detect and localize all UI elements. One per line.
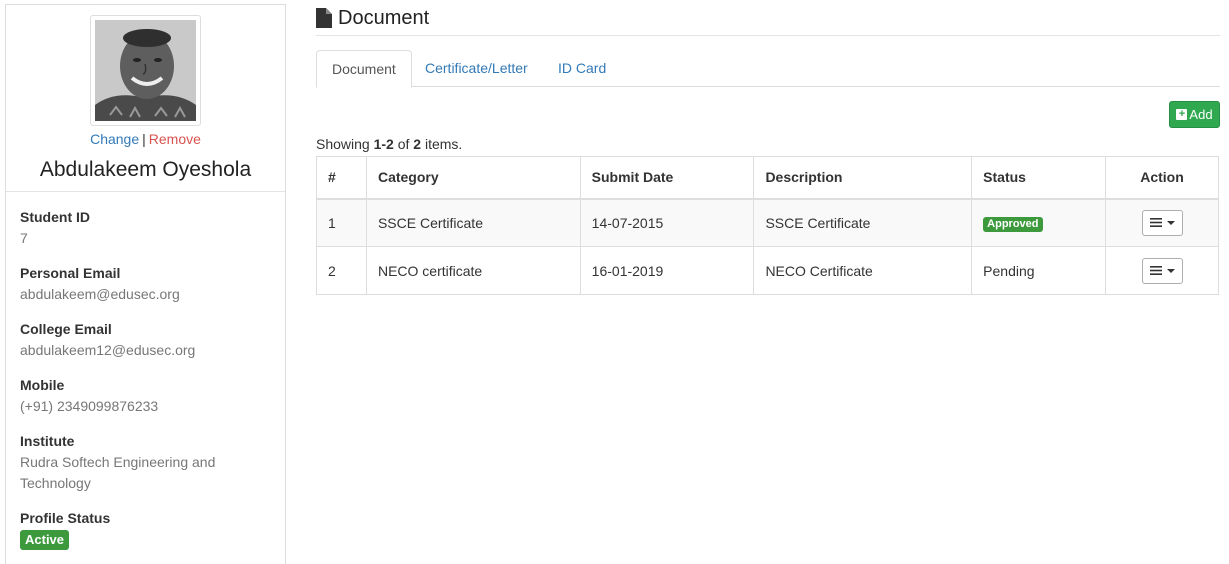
file-icon (316, 8, 332, 28)
chevron-down-icon (1166, 268, 1175, 273)
header-divider (316, 35, 1220, 36)
column-header-submit-date[interactable]: Submit Date (579, 156, 755, 200)
field-label: College Email (20, 321, 112, 337)
page-title: Document (338, 6, 430, 29)
summary-suffix: items. (421, 136, 463, 152)
summary-prefix: Showing (316, 136, 374, 152)
cell-action (1105, 246, 1219, 295)
plus-square-icon: + (1176, 109, 1188, 120)
documents-table: # Category Submit Date Description Statu… (316, 156, 1219, 295)
cell-submit-date: 16-01-2019 (579, 246, 755, 295)
summary-range: 1-2 (373, 136, 394, 152)
field-value: Rudra Softech Engineering and Technology (20, 454, 216, 491)
cell-status: Pending (971, 246, 1107, 295)
status-badge: Approved (983, 216, 1043, 232)
chevron-down-icon (1166, 220, 1175, 225)
row-action-dropdown[interactable] (1141, 209, 1183, 236)
field-value: abdulakeem@edusec.org (20, 286, 180, 302)
cell-action (1105, 198, 1219, 247)
list-menu-icon (1149, 218, 1162, 228)
field-label: Personal Email (20, 265, 121, 281)
cell-description: SSCE Certificate (753, 198, 973, 247)
cell-submit-date: 14-07-2015 (579, 198, 755, 247)
list-menu-icon (1149, 266, 1162, 275)
column-header-status[interactable]: Status (971, 156, 1107, 200)
row-action-dropdown[interactable] (1141, 257, 1183, 284)
cell-status: Approved (971, 198, 1107, 247)
tab-certificate-letter[interactable]: Certificate/Letter (410, 50, 543, 87)
column-header-num[interactable]: # (316, 156, 367, 200)
profile-status-field: Profile Status Active (20, 508, 280, 550)
field-label: Student ID (20, 209, 90, 225)
table-row: 1 SSCE Certificate 14-07-2015 SSCE Certi… (316, 198, 1219, 247)
add-button[interactable]: + Add (1169, 101, 1220, 128)
field-label: Mobile (20, 377, 65, 393)
avatar (95, 20, 196, 121)
summary-total: 2 (413, 136, 422, 152)
status-badge: Active (20, 530, 70, 550)
add-button-label: Add (1189, 107, 1213, 122)
table-header-row: # Category Submit Date Description Statu… (316, 156, 1219, 200)
column-header-action: Action (1105, 156, 1219, 200)
change-photo-link[interactable]: Change (90, 131, 139, 147)
cell-category: NECO certificate (365, 246, 581, 295)
column-header-description[interactable]: Description (753, 156, 973, 200)
profile-photo (90, 15, 201, 126)
field-label: Profile Status (20, 510, 111, 526)
photo-actions: Change | Remove (6, 131, 285, 147)
link-separator: | (142, 131, 146, 147)
field-value: abdulakeem12@edusec.org (20, 342, 196, 358)
field-label: Institute (20, 433, 75, 449)
tab-bar: Document Certificate/Letter ID Card (316, 50, 1220, 88)
personal-email-field: Personal Email abdulakeem@edusec.org (20, 263, 280, 305)
student-id-field: Student ID 7 (20, 207, 280, 249)
results-summary: Showing 1-2 of 2 items. (316, 136, 462, 152)
divider (6, 191, 285, 192)
profile-name: Abdulakeem Oyeshola (39, 158, 252, 181)
college-email-field: College Email abdulakeem12@edusec.org (20, 319, 280, 361)
summary-mid: of (393, 136, 414, 152)
table-row: 2 NECO certificate 16-01-2019 NECO Certi… (316, 246, 1219, 295)
field-value: (+91) 2349099876233 (20, 398, 159, 414)
institute-field: Institute Rudra Softech Engineering and … (20, 431, 230, 494)
page-header: Document (316, 4, 429, 32)
cell-num: 2 (316, 246, 367, 295)
tab-document[interactable]: Document (316, 50, 412, 88)
cell-num: 1 (316, 198, 367, 247)
main-content: Document Document Certificate/Letter ID … (316, 0, 1220, 559)
profile-panel: Change | Remove Abdulakeem Oyeshola Studen… (5, 4, 286, 564)
tab-id-card[interactable]: ID Card (543, 50, 621, 87)
cell-category: SSCE Certificate (365, 198, 581, 247)
column-header-category[interactable]: Category (365, 156, 581, 200)
field-value: 7 (20, 230, 28, 246)
cell-description: NECO Certificate (753, 246, 973, 295)
mobile-field: Mobile (+91) 2349099876233 (20, 375, 280, 417)
remove-photo-link[interactable]: Remove (149, 131, 201, 147)
